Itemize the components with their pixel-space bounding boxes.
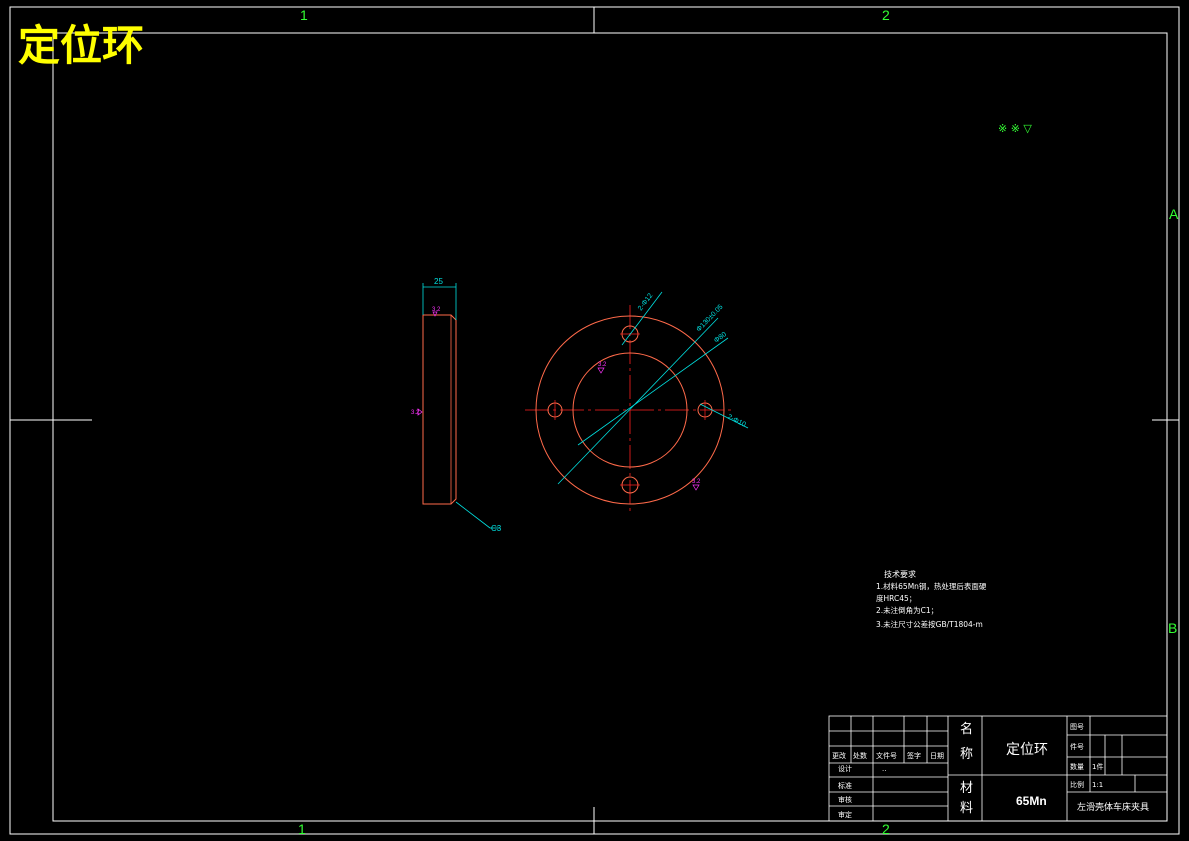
check-label: 标准 [838, 781, 852, 790]
qty-label: 数量 [1070, 762, 1084, 771]
drawing-no-label: 图号 [1070, 723, 1084, 731]
side-view: 25 3.2 3.2 C3 [411, 277, 502, 533]
front-roughness-1: 3.2 [598, 362, 607, 368]
assembly-name: 左滑壳体车床夹具 [1077, 801, 1149, 813]
zone-label-row-a: A [1169, 206, 1179, 222]
rev-header: 日期 [930, 752, 944, 760]
tech-requirements: 技术要求 1.材料65Mn钢，热处理后表面硬 度HRC45； 2.未注倒角为C1… [876, 569, 987, 629]
title-block-text: 更改 处数 文件号 签字 日期 设计 .. 标准 审核 审定 名 称 定位环 材… [832, 721, 1149, 819]
rev-header: 文件号 [876, 751, 897, 760]
review-label: 审核 [838, 795, 852, 804]
roughness-note: ※ ※ ▽ [998, 122, 1032, 135]
name-label-2: 称 [960, 747, 973, 762]
dim-bolt-circle: Φ130±0.05 [695, 303, 724, 333]
dim-small-hole: 2-Φ12 [637, 292, 654, 312]
zone-label-col-2-top: 2 [882, 7, 890, 23]
rev-header: 处数 [853, 751, 867, 760]
scale-label: 比例 [1070, 780, 1084, 789]
zone-label-col-1-bottom: 1 [298, 821, 306, 837]
rev-header: 更改 [832, 751, 846, 760]
zone-label-row-b: B [1168, 620, 1177, 636]
material-label-1: 材 [960, 781, 973, 796]
tech-requirement-line: 1.材料65Mn钢，热处理后表面硬 [876, 581, 987, 591]
side-width-dim-text: 25 [434, 277, 443, 286]
inner-frame [52, 32, 1168, 822]
tech-requirements-heading: 技术要求 [884, 569, 916, 579]
name-label-1: 名 [960, 721, 973, 737]
front-roughness-1-icon [597, 367, 605, 374]
side-roughness-side: 3.2 [411, 410, 420, 416]
dim-leader-outer [577, 337, 729, 446]
zone-label-col-2-bottom: 2 [882, 821, 890, 837]
material-label-2: 料 [960, 801, 973, 816]
dim-side-hole: 2-Φ10 [726, 414, 747, 429]
chamfer-leader [455, 501, 491, 529]
rev-header: 签字 [907, 751, 921, 760]
tech-requirement-line: 度HRC45； [876, 593, 916, 603]
cad-drawing-canvas: 1 2 1 2 A B 定位环 ※ ※ ▽ 25 3.2 3.2 C3 2-Φ1… [9, 6, 1180, 837]
drawing-title: 定位环 [18, 21, 144, 70]
chamfer-label: C3 [491, 524, 502, 533]
qty-value: 1件 [1092, 762, 1103, 771]
design-label: 设计 [838, 764, 852, 773]
design-value: .. [882, 765, 886, 773]
tech-requirement-line: 2.未注倒角为C1； [876, 605, 938, 615]
front-roughness-2: 3.2 [692, 479, 701, 485]
scale-value: 1:1 [1092, 781, 1103, 789]
part-name: 定位环 [1006, 742, 1048, 758]
dim-leader-bolt-circle [557, 317, 719, 485]
zone-label-col-1-top: 1 [300, 7, 308, 23]
front-view: 2-Φ12 Φ130±0.05 Φ80 2-Φ10 3.2 3.2 [525, 291, 749, 515]
front-roughness-2-icon [692, 484, 700, 491]
tech-requirement-line: 3.未注尺寸公差按GB/T1804-m [876, 619, 983, 629]
dim-outer: Φ80 [713, 331, 728, 345]
part-no-label: 件号 [1070, 742, 1084, 751]
approve-label: 审定 [838, 810, 852, 819]
material-value: 65Mn [1016, 794, 1047, 808]
